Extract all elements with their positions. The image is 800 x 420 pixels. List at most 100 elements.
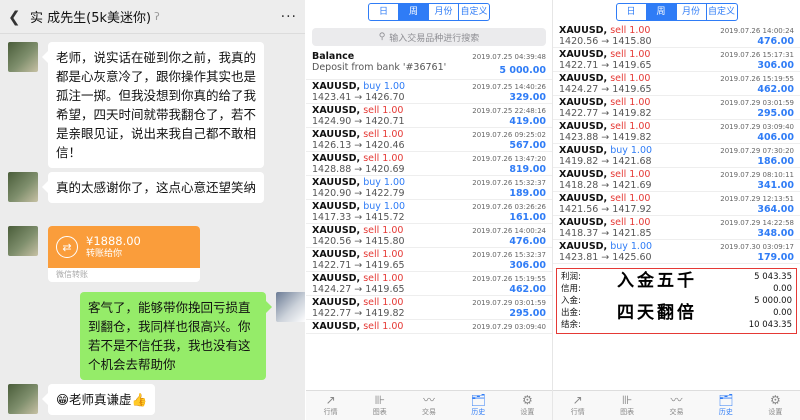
tab-day[interactable]: 日 <box>369 4 399 20</box>
trade-prices: 1419.82 → 1421.68 <box>559 156 652 167</box>
tab-custom[interactable]: 自定义 <box>707 4 737 20</box>
nav-chart[interactable]: ⊪ 图表 <box>355 391 404 420</box>
transfer-card[interactable]: ⇄ ¥1888.00 转账给你 微信转账 <box>48 226 200 282</box>
trade-side: buy 1.00 <box>610 145 653 156</box>
trade-icon: 〰 <box>670 393 683 407</box>
trade-side: sell 1.00 <box>363 297 404 308</box>
trade-row[interactable]: XAUUSD, sell 1.00 1422.71 → 1419.65 2019.0… <box>306 248 552 272</box>
settings-icon: ⚙ <box>769 393 781 407</box>
message-row: 真的太感谢你了，这点心意还望笑纳 <box>8 172 298 203</box>
tab-week[interactable]: 周 <box>646 4 677 20</box>
nav-history[interactable]: 🗂 历史 <box>701 391 750 420</box>
trade-row[interactable]: XAUUSD, buy 1.00 1417.33 → 1415.72 2019.07… <box>306 200 552 224</box>
trade-side: sell 1.00 <box>610 193 651 204</box>
trade-prices: 1423.81 → 1425.60 <box>559 252 652 263</box>
nav-chart[interactable]: ⊪ 图表 <box>602 391 651 420</box>
tab-custom[interactable]: 自定义 <box>459 4 489 20</box>
tab-day[interactable]: 日 <box>617 4 647 20</box>
tab-month[interactable]: 月份 <box>429 4 459 20</box>
nav-trade[interactable]: 〰交易 <box>404 391 453 420</box>
trade-row[interactable]: XAUUSD, buy 1.00 1423.41 → 1426.70 2019.07… <box>306 80 552 104</box>
trade-row[interactable]: XAUUSD, sell 1.00 1424.27 → 1419.65 2019.0… <box>306 272 552 296</box>
trade-profit: 186.00 <box>757 156 794 167</box>
trade-symbol: XAUUSD, <box>559 49 608 60</box>
search-placeholder: 输入交易品种进行搜索 <box>389 33 480 44</box>
trade-profit: 306.00 <box>509 260 546 271</box>
message-bubble[interactable]: 😁老师真谦虚👍 <box>41 384 156 415</box>
avatar[interactable] <box>8 172 38 202</box>
trade-side: sell 1.00 <box>363 153 404 164</box>
back-icon[interactable]: ❮ <box>8 8 24 26</box>
balance-row[interactable]: Balance Deposit from bank '#36761' 2019.… <box>306 50 552 80</box>
trade-symbol: XAUUSD, <box>559 97 608 108</box>
trade-prices: 1420.56 → 1415.80 <box>312 236 405 247</box>
trade-profit: 406.00 <box>757 132 794 143</box>
avatar[interactable] <box>276 292 305 322</box>
account-summary: 利润: 5 043.35 信用: 0.00 入金: 5 000.00 出金: 0.00 … <box>556 268 797 334</box>
trade-side: sell 1.00 <box>363 225 404 236</box>
trade-row[interactable]: XAUUSD, sell 1.00 1428.88 → 1420.69 2019.0… <box>306 152 552 176</box>
trade-row[interactable]: XAUUSD, buy 1.00 1420.90 → 1422.79 2019.07… <box>306 176 552 200</box>
history-panel-2: 日 周 月份 自定义 XAUUSD, sell 1.00 1420.56 → 14… <box>552 0 800 420</box>
chat-title: 实 成先生(5k美迷你) <box>30 11 152 26</box>
avatar[interactable] <box>8 384 38 414</box>
nav-trade[interactable]: 〰交易 <box>652 391 701 420</box>
trade-profit: 419.00 <box>509 116 546 127</box>
more-icon[interactable]: ··· <box>281 9 297 25</box>
trade-row[interactable]: XAUUSD, sell 1.00 2019.07.29 03:09:40 <box>306 320 552 334</box>
message-bubble[interactable]: 真的太感谢你了，这点心意还望笑纳 <box>42 172 264 203</box>
trade-side: buy 1.00 <box>363 177 406 188</box>
tab-week[interactable]: 周 <box>399 4 429 20</box>
trade-row[interactable]: XAUUSD, sell 1.00 1421.56 → 1417.92 2019.0… <box>553 192 800 216</box>
transfer-footer: 微信转账 <box>56 270 88 279</box>
trade-row[interactable]: XAUUSD, buy 1.00 1423.81 → 1425.60 2019.07… <box>553 240 800 264</box>
trade-row[interactable]: XAUUSD, sell 1.00 1424.27 → 1419.65 2019.0… <box>553 72 800 96</box>
trade-icon: 〰 <box>423 393 436 407</box>
trade-row[interactable]: XAUUSD, sell 1.00 1426.13 → 1420.46 2019.0… <box>306 128 552 152</box>
trade-date: 2019.07.29 03:09:40 <box>472 323 546 331</box>
message-bubble[interactable]: 客气了，能够带你挽回亏损直到翻仓，我同样也很高兴。你若不是不信任我，我也没有这个… <box>80 292 272 380</box>
trade-row[interactable]: XAUUSD, sell 1.00 1420.56 → 1415.80 2019.0… <box>553 24 800 48</box>
nav-settings[interactable]: ⚙ 设置 <box>503 391 552 420</box>
message-row: 老师，说实话在碰到你之前，我真的都是心灰意冷了，跟你操作其实也是孤注一掷。但我没… <box>8 42 298 168</box>
trade-symbol: XAUUSD, <box>559 73 608 84</box>
message-row: 😁老师真谦虚👍 <box>8 384 156 415</box>
trade-row[interactable]: XAUUSD, sell 1.00 1424.90 → 1420.71 2019.0… <box>306 104 552 128</box>
avatar[interactable] <box>8 226 38 256</box>
trade-row[interactable]: XAUUSD, buy 1.00 1419.82 → 1421.68 2019.07… <box>553 144 800 168</box>
trade-profit: 348.00 <box>757 228 794 239</box>
trade-prices: 1426.13 → 1420.46 <box>312 140 405 151</box>
trade-row[interactable]: XAUUSD, sell 1.00 1418.28 → 1421.69 2019.0… <box>553 168 800 192</box>
trade-row[interactable]: XAUUSD, sell 1.00 1422.71 → 1419.65 2019.0… <box>553 48 800 72</box>
trade-prices: 1423.41 → 1426.70 <box>312 92 405 103</box>
trade-symbol: XAUUSD, <box>559 169 608 180</box>
message-bubble[interactable]: 老师，说实话在碰到你之前，我真的都是心灰意冷了，跟你操作其实也是孤注一掷。但我没… <box>42 42 264 168</box>
trade-profit: 462.00 <box>509 284 546 295</box>
avatar[interactable] <box>8 42 38 72</box>
trade-symbol: XAUUSD, <box>312 153 361 164</box>
trade-prices: 1421.56 → 1417.92 <box>559 204 652 215</box>
transfer-note: 转账给你 <box>86 249 123 259</box>
trade-profit: 462.00 <box>757 84 794 95</box>
trade-row[interactable]: XAUUSD, sell 1.00 1420.56 → 1415.80 2019.0… <box>306 224 552 248</box>
trade-row[interactable]: XAUUSD, sell 1.00 1418.37 → 1421.85 2019.0… <box>553 216 800 240</box>
trade-prices: 1422.71 → 1419.65 <box>559 60 652 71</box>
trade-symbol: XAUUSD, <box>559 217 608 228</box>
nav-quotes[interactable]: ↗ 行情 <box>553 391 602 420</box>
nav-settings[interactable]: ⚙ 设置 <box>751 391 800 420</box>
period-tabs: 日 周 月份 自定义 <box>553 0 800 24</box>
nav-history[interactable]: 🗂 历史 <box>454 391 503 420</box>
search-icon: ⚲ <box>378 32 386 42</box>
trade-profit: 329.00 <box>509 92 546 103</box>
trade-prices: 1420.90 → 1422.79 <box>312 188 405 199</box>
trade-row[interactable]: XAUUSD, sell 1.00 1422.77 → 1419.82 2019.0… <box>553 96 800 120</box>
tab-month[interactable]: 月份 <box>677 4 707 20</box>
trade-row[interactable]: XAUUSD, sell 1.00 1423.88 → 1419.82 2019.0… <box>553 120 800 144</box>
nav-quotes[interactable]: ↗ 行情 <box>306 391 355 420</box>
trade-row[interactable]: XAUUSD, sell 1.00 1422.77 → 1419.82 2019.0… <box>306 296 552 320</box>
balance-amount: 5 000.00 <box>499 65 546 76</box>
search-input[interactable]: ⚲ 输入交易品种进行搜索 <box>312 28 546 46</box>
trade-prices: 1423.88 → 1419.82 <box>559 132 652 143</box>
quotes-icon: ↗ <box>572 393 583 407</box>
trade-profit: 341.00 <box>757 180 794 191</box>
